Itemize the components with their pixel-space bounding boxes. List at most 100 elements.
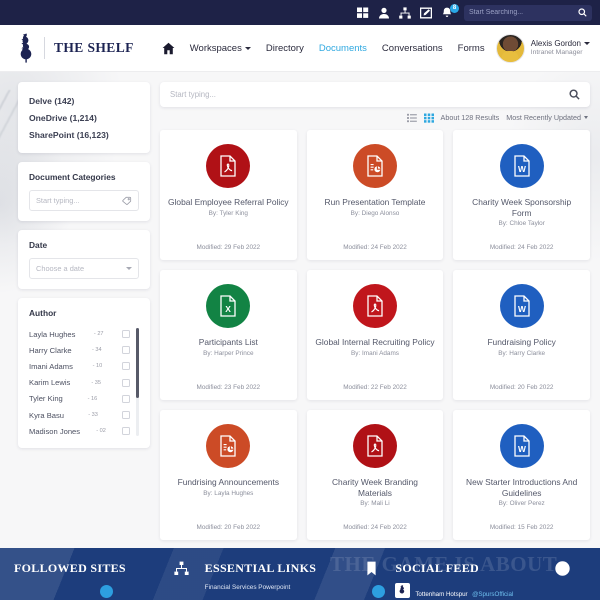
author-name: Harry Clarke bbox=[29, 345, 72, 355]
author-list: Layla Hughes - 27 Harry Clarke - 34 Iman… bbox=[29, 326, 139, 438]
document-categories-input[interactable] bbox=[36, 196, 118, 205]
nav-item-workspaces[interactable]: Workspaces bbox=[190, 43, 251, 54]
date-input[interactable] bbox=[36, 264, 122, 273]
person-icon[interactable] bbox=[378, 7, 390, 19]
document-card[interactable]: W Fundraising Policy By: Harry Clarke Mo… bbox=[453, 270, 590, 400]
document-author: By: Tyler King bbox=[208, 209, 248, 217]
pdf-file-icon bbox=[367, 295, 383, 317]
author-name: Kyra Basu bbox=[29, 410, 65, 420]
author-checkbox[interactable] bbox=[122, 411, 130, 420]
author-row[interactable]: Tyler King - 16 bbox=[29, 391, 139, 407]
document-modified: Modified: 22 Feb 2022 bbox=[343, 384, 407, 391]
sort-dropdown[interactable]: Most Recently Updated bbox=[506, 113, 588, 122]
powerpoint-file-icon bbox=[220, 435, 236, 457]
sitemap-icon[interactable] bbox=[399, 6, 411, 19]
author-row[interactable]: Layla Hughes - 27 bbox=[29, 326, 139, 342]
essential-link-label[interactable]: Financial Services Powerpoint bbox=[205, 584, 291, 591]
author-row[interactable]: Madison Jones - 02 bbox=[29, 423, 139, 438]
results-toolbar: About 128 Results Most Recently Updated bbox=[160, 107, 590, 128]
document-card[interactable]: W Charity Week Sponsorship Form By: Chlo… bbox=[453, 130, 590, 260]
document-author: By: Harry Clarke bbox=[498, 349, 546, 357]
global-search-input[interactable] bbox=[469, 9, 574, 16]
file-type-badge bbox=[206, 144, 251, 188]
footer-column-header: SOCIAL FEED bbox=[395, 561, 586, 576]
nav-item-forms[interactable]: Forms bbox=[458, 43, 485, 54]
chevron-down-icon bbox=[584, 42, 590, 46]
document-title: Participants List bbox=[198, 337, 258, 347]
user-text-block: Alexis Gordon Intranet Manager bbox=[531, 39, 590, 57]
document-search-input[interactable] bbox=[170, 90, 563, 99]
file-type-badge bbox=[206, 424, 251, 468]
footer-title-followed-sites: FOLLOWED SITES bbox=[14, 561, 126, 575]
footer-column-essential-links: ESSENTIAL LINKS Financial Services Power… bbox=[205, 561, 396, 600]
author-scrollbar-thumb[interactable] bbox=[136, 328, 139, 398]
document-author: By: Oliver Perez bbox=[498, 500, 545, 507]
powerpoint-file-icon bbox=[367, 155, 383, 177]
document-card[interactable]: Global Employee Referral Policy By: Tyle… bbox=[160, 130, 297, 260]
list-view-icon[interactable] bbox=[406, 113, 417, 123]
author-count: - 33 bbox=[88, 412, 98, 419]
file-type-badge bbox=[352, 284, 397, 328]
nav-item-directory[interactable]: Directory bbox=[266, 43, 304, 54]
document-categories-field[interactable] bbox=[29, 190, 139, 211]
footer-column-social-feed: SOCIAL FEED Tottenham Hotspur @SpursOffi… bbox=[395, 561, 586, 600]
source-item-sharepoint[interactable]: SharePoint (16,123) bbox=[29, 126, 139, 143]
sitemap-icon[interactable] bbox=[174, 561, 189, 576]
global-search-box[interactable] bbox=[464, 4, 592, 21]
author-row[interactable]: Karim Lewis - 35 bbox=[29, 375, 139, 391]
document-author: By: Chloe Taylor bbox=[498, 220, 545, 227]
document-modified: Modified: 24 Feb 2022 bbox=[343, 244, 407, 251]
document-modified: Modified: 24 Feb 2022 bbox=[343, 524, 407, 531]
waffle-icon[interactable] bbox=[357, 7, 369, 19]
pdf-file-icon bbox=[220, 155, 236, 177]
file-type-badge bbox=[352, 424, 397, 468]
search-icon bbox=[569, 89, 580, 100]
document-author: By: Imani Adams bbox=[351, 349, 399, 357]
file-type-badge: W bbox=[499, 144, 544, 188]
compose-icon[interactable] bbox=[420, 7, 432, 19]
author-row[interactable]: Kyra Basu - 33 bbox=[29, 407, 139, 423]
nav-item-documents[interactable]: Documents bbox=[319, 43, 367, 54]
document-card[interactable]: Charity Week Branding Materials By: Mali… bbox=[306, 410, 444, 540]
social-tweet[interactable]: Tottenham Hotspur @SpursOfficial bbox=[395, 583, 513, 600]
document-card[interactable]: Fundrising Announcements By: Layla Hughe… bbox=[160, 410, 297, 540]
rss-icon[interactable] bbox=[555, 561, 570, 576]
document-title: Fundrising Announcements bbox=[177, 477, 280, 487]
user-name-row: Alexis Gordon bbox=[531, 39, 590, 49]
author-row[interactable]: Imani Adams - 10 bbox=[29, 358, 139, 374]
author-checkbox[interactable] bbox=[121, 346, 130, 355]
author-count: - 02 bbox=[96, 428, 106, 435]
author-row[interactable]: Harry Clarke - 34 bbox=[29, 342, 139, 358]
bell-icon[interactable]: 8 bbox=[441, 3, 459, 19]
document-title: Run Presentation Template bbox=[324, 197, 426, 207]
author-checkbox[interactable] bbox=[122, 427, 130, 436]
document-search-bar[interactable] bbox=[160, 82, 590, 107]
author-checkbox[interactable] bbox=[122, 330, 130, 339]
svg-text:W: W bbox=[518, 304, 526, 314]
top-utility-bar: 8 bbox=[0, 0, 600, 25]
author-checkbox[interactable] bbox=[122, 394, 130, 403]
document-card[interactable]: Global Internal Recruiting Policy By: Im… bbox=[306, 270, 444, 400]
document-card[interactable]: Run Presentation Template By: Diego Alon… bbox=[306, 130, 444, 260]
user-menu[interactable]: Alexis Gordon Intranet Manager bbox=[495, 33, 590, 63]
svg-text:W: W bbox=[518, 444, 526, 454]
home-icon[interactable] bbox=[162, 42, 175, 55]
nav-item-conversations[interactable]: Conversations bbox=[382, 43, 443, 54]
grid-view-icon[interactable] bbox=[423, 113, 434, 123]
date-field[interactable] bbox=[29, 258, 139, 279]
author-checkbox[interactable] bbox=[121, 362, 130, 371]
document-card[interactable]: X Participants List By: Harper Prince Mo… bbox=[160, 270, 297, 400]
site-header: THE SHELF Workspaces Directory Documents… bbox=[0, 25, 600, 72]
source-item-onedrive[interactable]: OneDrive (1,214) bbox=[29, 109, 139, 126]
author-checkbox[interactable] bbox=[122, 378, 130, 387]
nav-label-workspaces: Workspaces bbox=[189, 42, 242, 54]
document-title: Global Employee Referral Policy bbox=[168, 197, 289, 207]
source-item-delve[interactable]: Delve (142) bbox=[29, 92, 139, 109]
bookmark-icon[interactable] bbox=[364, 561, 379, 576]
document-card[interactable]: W New Starter Introductions And Guidelin… bbox=[453, 410, 590, 540]
document-title: Charity Week Sponsorship Form bbox=[472, 197, 572, 218]
svg-text:X: X bbox=[226, 304, 232, 314]
brand-block[interactable]: THE SHELF bbox=[18, 33, 134, 63]
tottenham-cockerel-logo bbox=[20, 33, 32, 63]
filter-sidebar: Delve (142) OneDrive (1,214) SharePoint … bbox=[18, 82, 150, 550]
